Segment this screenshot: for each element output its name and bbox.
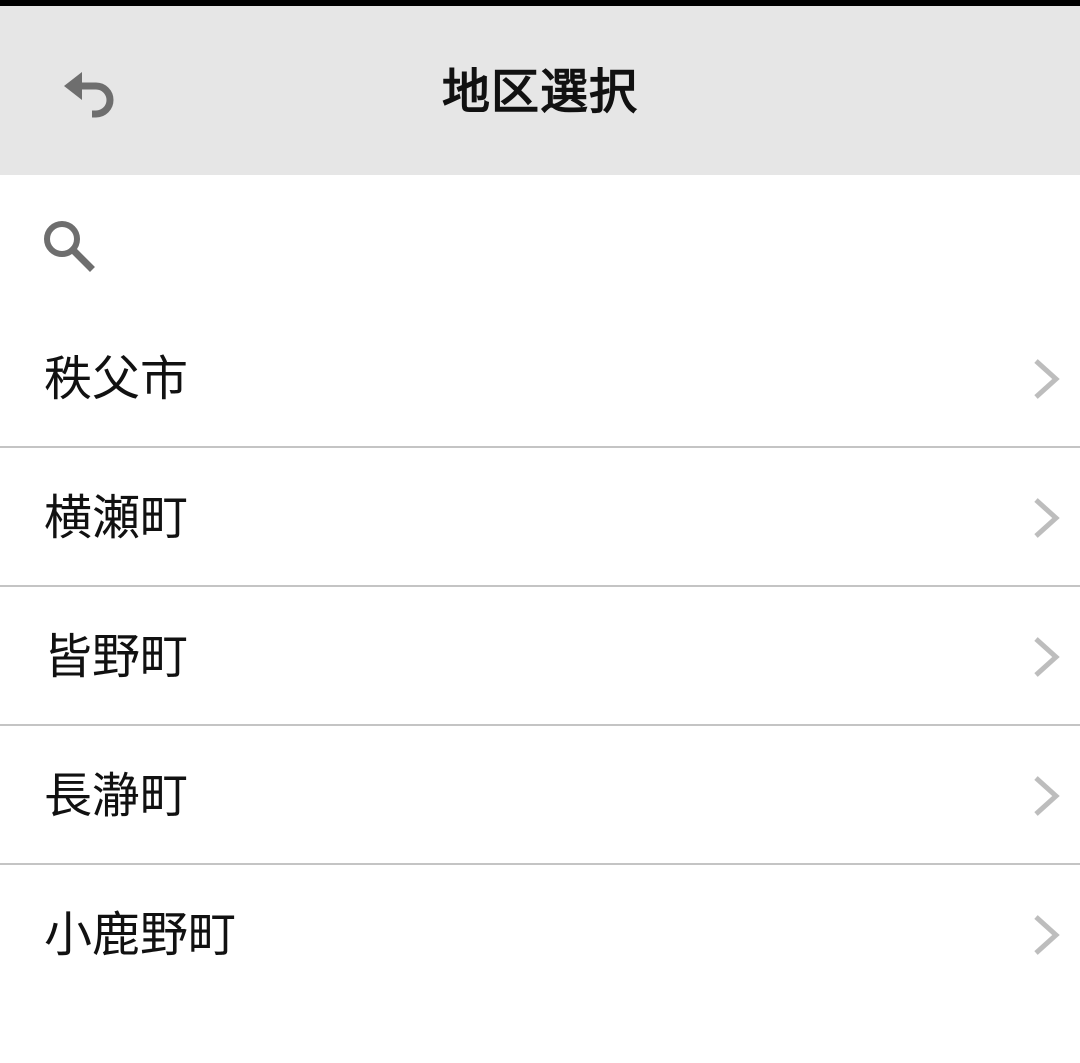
list-item-label: 小鹿野町 bbox=[44, 907, 237, 963]
list-item-yokoze[interactable]: 横瀬町 bbox=[0, 448, 1080, 587]
chevron-right-icon bbox=[1034, 637, 1060, 677]
list-item-nagatoro[interactable]: 長瀞町 bbox=[0, 726, 1080, 865]
list-item-chichibu[interactable]: 秩父市 bbox=[0, 309, 1080, 448]
list-item-ogano[interactable]: 小鹿野町 bbox=[0, 865, 1080, 1002]
search-icon bbox=[44, 221, 95, 272]
page-title: 地区選択 bbox=[441, 64, 638, 120]
chevron-right-icon bbox=[1034, 915, 1060, 955]
list-item-label: 横瀬町 bbox=[44, 490, 189, 546]
list-item-minano[interactable]: 皆野町 bbox=[0, 587, 1080, 726]
list-item-label: 長瀞町 bbox=[44, 768, 189, 824]
chevron-right-icon bbox=[1034, 776, 1060, 816]
list-item-label: 秩父市 bbox=[44, 351, 189, 407]
search-bar bbox=[0, 175, 1080, 309]
app-header: 地区選択 bbox=[0, 6, 1080, 175]
search-input[interactable] bbox=[112, 211, 1046, 277]
list-item-label: 皆野町 bbox=[44, 629, 189, 685]
chevron-right-icon bbox=[1034, 359, 1060, 399]
area-list: 秩父市 横瀬町 皆野町 長瀞町 小鹿野町 bbox=[0, 309, 1080, 1002]
chevron-right-icon bbox=[1034, 498, 1060, 538]
